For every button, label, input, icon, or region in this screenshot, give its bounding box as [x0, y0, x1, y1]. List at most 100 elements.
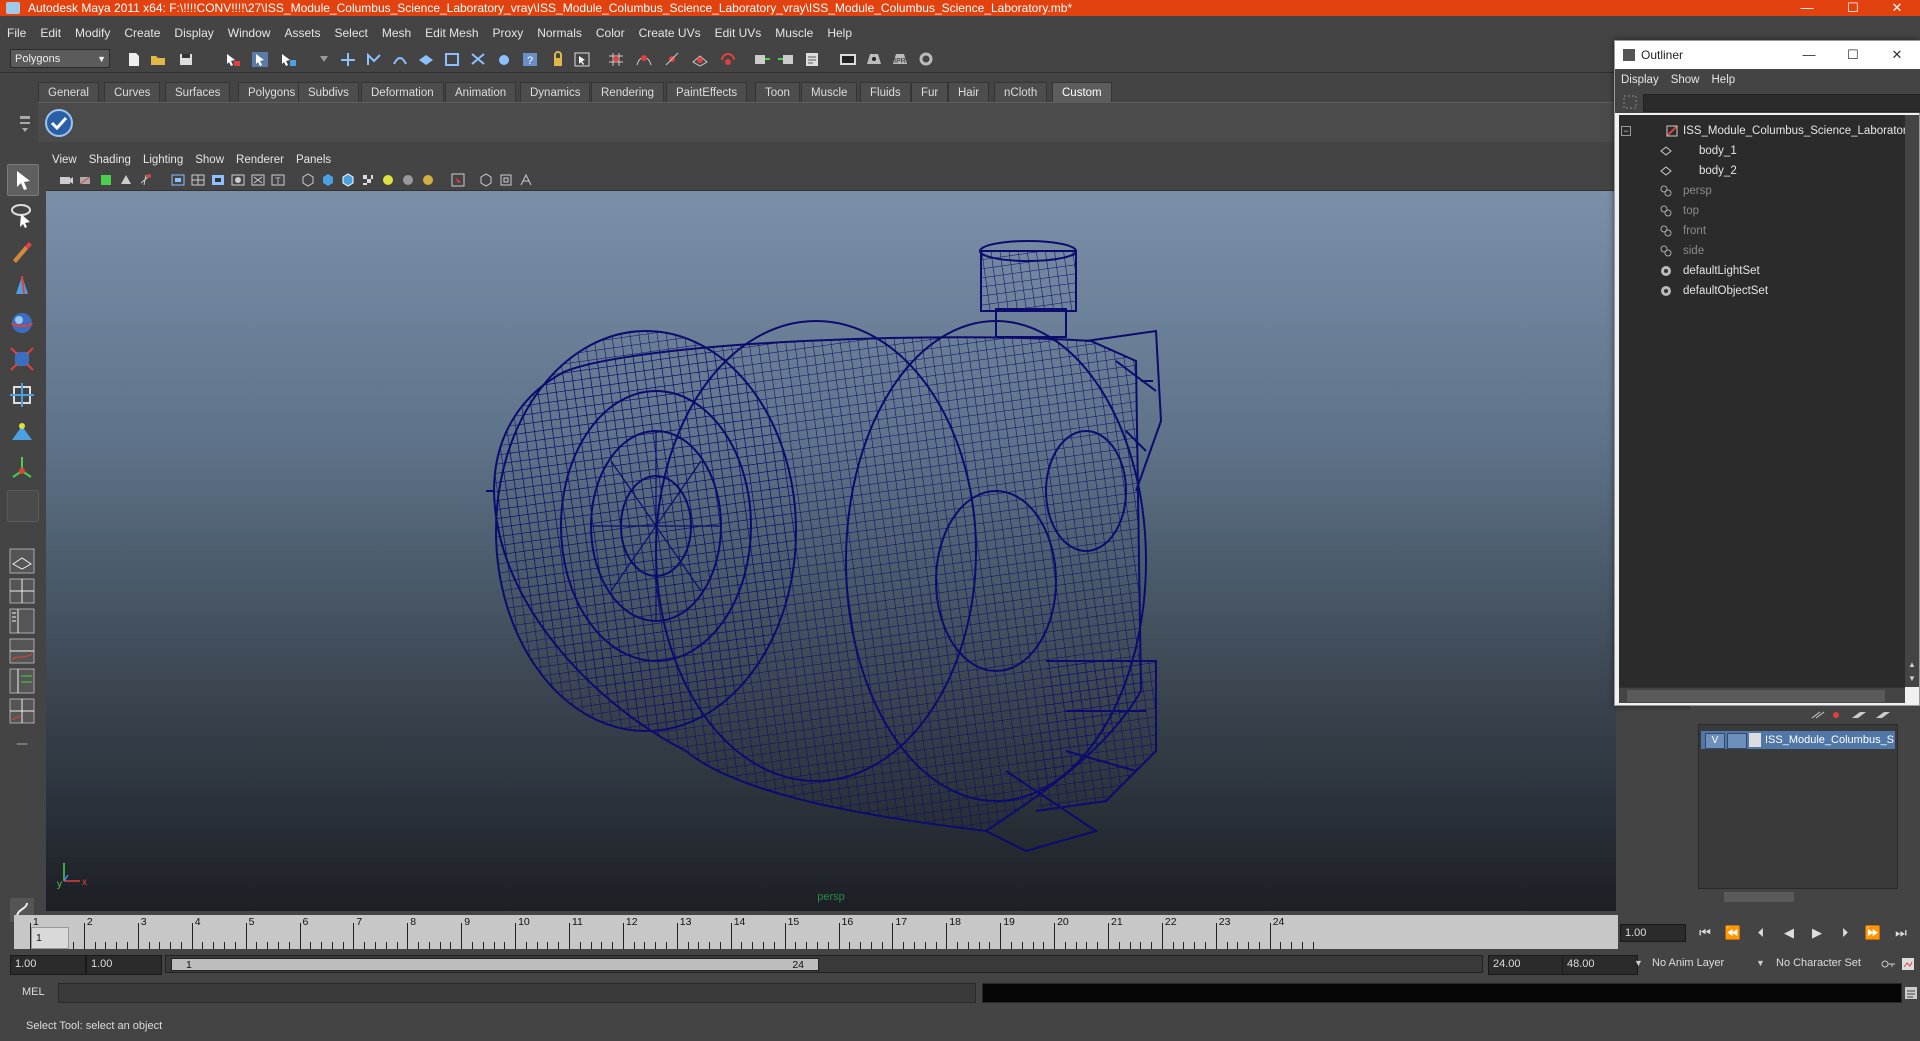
menu-select[interactable]: Select — [327, 20, 374, 46]
character-set-selector[interactable]: No Character Set — [1772, 955, 1884, 973]
menu-help[interactable]: Help — [820, 20, 859, 46]
checkmark-shelf-icon[interactable] — [44, 108, 74, 138]
outliner-close-button[interactable]: ✕ — [1875, 41, 1919, 69]
film-gate-icon[interactable] — [170, 172, 186, 188]
command-input[interactable] — [58, 983, 976, 1003]
grid-toggle-icon[interactable] — [138, 172, 154, 188]
select-by-handle-icon[interactable] — [314, 50, 334, 69]
select-object-icon[interactable] — [250, 50, 270, 69]
menu-display[interactable]: Display — [167, 20, 220, 46]
outliner-menu-display[interactable]: Display — [1615, 69, 1665, 91]
lock-selection-icon[interactable] — [548, 50, 568, 69]
scrollbar-thumb[interactable] — [1724, 892, 1794, 902]
panel-menu-view[interactable]: View — [46, 152, 83, 169]
menu-create-uvs[interactable]: Create UVs — [632, 20, 708, 46]
select-by-deformation-icon[interactable] — [416, 50, 436, 69]
outliner-item[interactable]: front — [1619, 221, 1905, 241]
expand-toolbox-icon[interactable] — [7, 730, 37, 760]
menu-muscle[interactable]: Muscle — [768, 20, 820, 46]
layer-horizontal-scrollbar[interactable] — [1698, 889, 1898, 905]
step-back-key-icon[interactable]: ⏴ — [1750, 924, 1772, 942]
step-forward-frame-icon[interactable]: ⏩ — [1862, 924, 1884, 942]
outliner-item[interactable]: defaultObjectSet — [1619, 281, 1905, 301]
script-editor-icon[interactable] — [1904, 986, 1918, 1000]
outliner-item[interactable]: persp — [1619, 181, 1905, 201]
select-camera-icon[interactable] — [58, 172, 74, 188]
tab-custom[interactable]: Custom — [1052, 82, 1112, 103]
last-tool-slot[interactable] — [7, 490, 39, 522]
menu-mesh[interactable]: Mesh — [375, 20, 418, 46]
tab-muscle[interactable]: Muscle — [801, 82, 858, 103]
tab-general[interactable]: General — [38, 82, 99, 103]
menu-normals[interactable]: Normals — [530, 20, 589, 46]
range-slider-handle[interactable]: 1 24 — [171, 958, 819, 971]
chevron-down-icon[interactable]: ▼ — [1634, 958, 1643, 968]
use-default-lighting-icon[interactable] — [380, 172, 396, 188]
go-to-start-icon[interactable]: ⏮ — [1694, 924, 1716, 942]
smooth-shading-icon[interactable] — [320, 172, 336, 188]
current-frame-field[interactable]: 1.00 — [1620, 924, 1686, 942]
scroll-down-icon[interactable]: ▼ — [1908, 674, 1916, 683]
tab-fluids[interactable]: Fluids — [860, 82, 911, 103]
panel-menu-lighting[interactable]: Lighting — [137, 152, 189, 169]
tab-deformation[interactable]: Deformation — [361, 82, 444, 103]
select-by-joint-icon[interactable] — [338, 50, 358, 69]
menu-modify[interactable]: Modify — [68, 20, 117, 46]
display-layer-row[interactable]: V ISS_Module_Columbus_S — [1701, 731, 1895, 749]
menu-color[interactable]: Color — [589, 20, 632, 46]
menu-assets[interactable]: Assets — [277, 20, 327, 46]
outliner-item[interactable]: defaultLightSet — [1619, 261, 1905, 281]
wireframe-on-shaded-icon[interactable] — [340, 172, 356, 188]
highlight-selection-icon[interactable] — [572, 50, 592, 69]
layout-graph-icon[interactable] — [7, 696, 37, 726]
tab-hair[interactable]: Hair — [948, 82, 990, 103]
universal-manipulator-icon[interactable] — [7, 380, 37, 410]
minimize-button[interactable]: — — [1784, 0, 1830, 16]
xray-joints-icon[interactable] — [498, 172, 514, 188]
menu-set-selector[interactable]: Polygons ▼ — [10, 49, 110, 68]
xray-icon[interactable] — [478, 172, 494, 188]
make-live-icon[interactable] — [718, 50, 738, 69]
select-by-curve-icon[interactable] — [364, 50, 384, 69]
new-scene-icon[interactable] — [124, 50, 144, 69]
select-by-rendering-icon[interactable] — [468, 50, 488, 69]
outliner-menu-show[interactable]: Show — [1665, 69, 1706, 91]
panel-menu-renderer[interactable]: Renderer — [230, 152, 290, 169]
outliner-vertical-scrollbar[interactable]: ▲ ▼ — [1905, 115, 1919, 687]
menu-edit[interactable]: Edit — [33, 20, 68, 46]
image-plane-icon[interactable] — [118, 172, 134, 188]
select-by-misc-icon[interactable] — [494, 50, 514, 69]
filter-icon[interactable] — [1623, 95, 1637, 109]
playback-start-field[interactable]: 1.00 — [86, 955, 162, 975]
collapse-icon[interactable]: − — [1621, 126, 1631, 136]
layer-toolbar-icons[interactable] — [1802, 708, 1892, 722]
select-component-icon[interactable] — [278, 50, 298, 69]
use-all-lights-icon[interactable] — [400, 172, 416, 188]
render-frame-icon[interactable] — [864, 50, 884, 69]
snap-to-curve-icon[interactable] — [634, 50, 654, 69]
current-time-marker[interactable]: 1 — [31, 927, 69, 949]
step-back-frame-icon[interactable]: ⏪ — [1722, 924, 1744, 942]
select-hierarchy-icon[interactable] — [222, 50, 242, 69]
perspective-viewport[interactable]: y x persp — [46, 191, 1616, 911]
outliner-search-input[interactable] — [1643, 94, 1920, 112]
open-scene-icon[interactable] — [148, 50, 168, 69]
scale-tool-icon[interactable] — [7, 344, 37, 374]
wireframe-shading-icon[interactable] — [300, 172, 316, 188]
texture-icon[interactable] — [360, 172, 376, 188]
tab-animation[interactable]: Animation — [445, 82, 517, 103]
outliner-menu-help[interactable]: Help — [1706, 69, 1742, 91]
outliner-item[interactable]: body_2 — [1619, 161, 1905, 181]
menu-file[interactable]: File — [0, 20, 33, 46]
close-button[interactable]: ✕ — [1874, 0, 1920, 16]
outliner-item[interactable]: side — [1619, 241, 1905, 261]
tab-toon[interactable]: Toon — [755, 82, 800, 103]
select-tool-icon[interactable] — [7, 164, 39, 196]
snap-to-point-icon[interactable] — [662, 50, 682, 69]
menu-create[interactable]: Create — [117, 20, 167, 46]
maximize-button[interactable]: ☐ — [1830, 0, 1876, 16]
input-ops-icon[interactable] — [752, 50, 772, 69]
bookmarks-icon[interactable] — [98, 172, 114, 188]
gate-mask-icon[interactable] — [210, 172, 226, 188]
outliner-title-bar[interactable]: Outliner — ☐ ✕ — [1615, 41, 1920, 69]
